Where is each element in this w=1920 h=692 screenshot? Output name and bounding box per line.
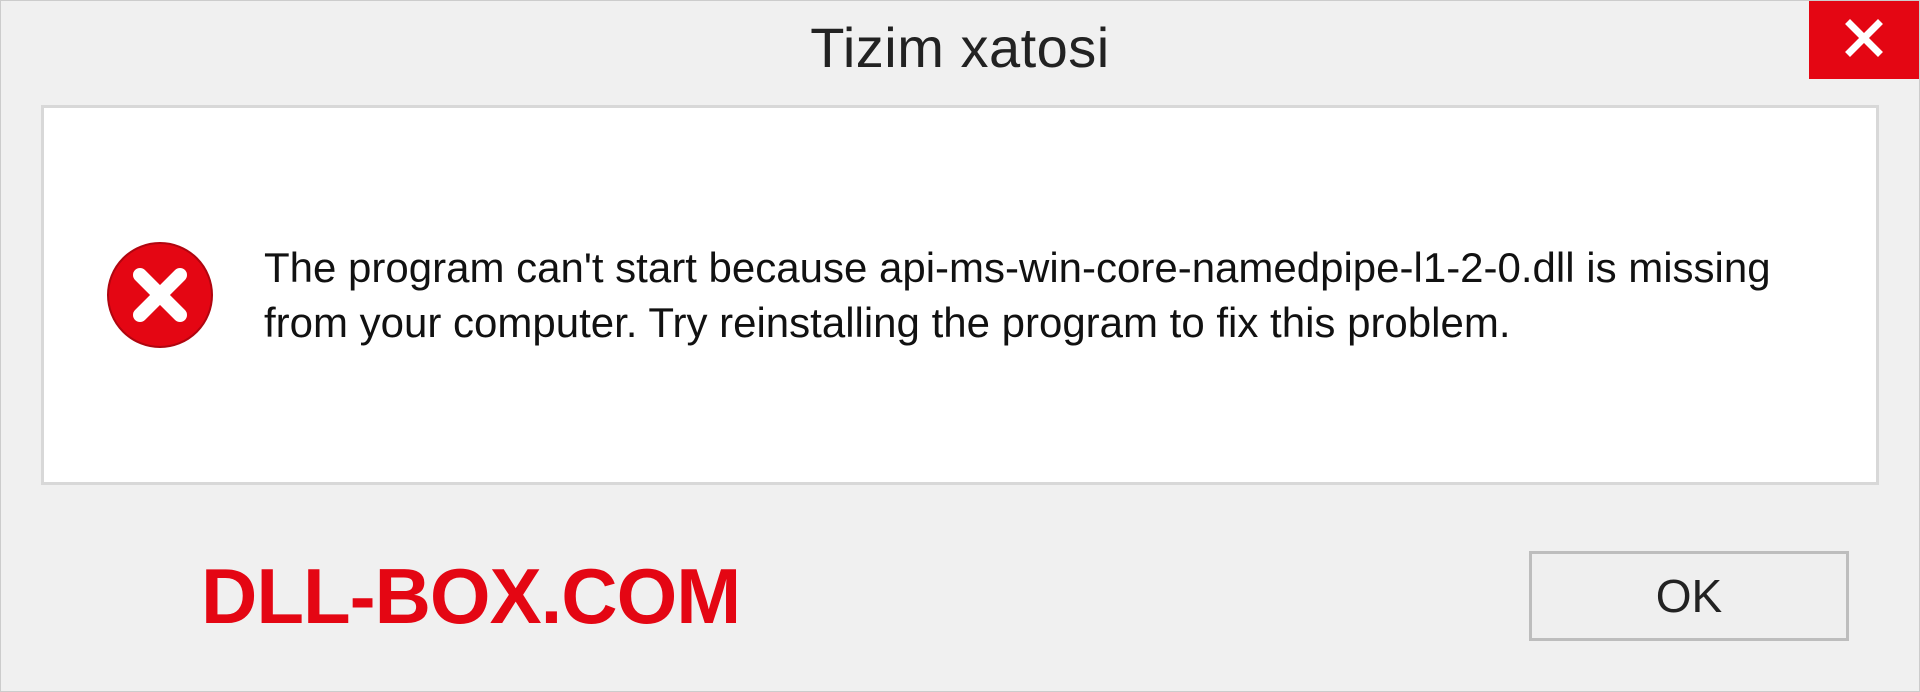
close-icon [1842, 16, 1886, 65]
message-panel: The program can't start because api-ms-w… [41, 105, 1879, 485]
ok-button[interactable]: OK [1529, 551, 1849, 641]
brand-watermark: DLL-BOX.COM [201, 551, 740, 642]
dialog-title: Tizim xatosi [810, 15, 1110, 80]
error-circle-x-icon [104, 239, 216, 351]
error-message: The program can't start because api-ms-w… [264, 240, 1816, 351]
close-button[interactable] [1809, 1, 1919, 79]
titlebar: Tizim xatosi [1, 1, 1919, 93]
dialog-footer: DLL-BOX.COM OK [1, 501, 1919, 691]
